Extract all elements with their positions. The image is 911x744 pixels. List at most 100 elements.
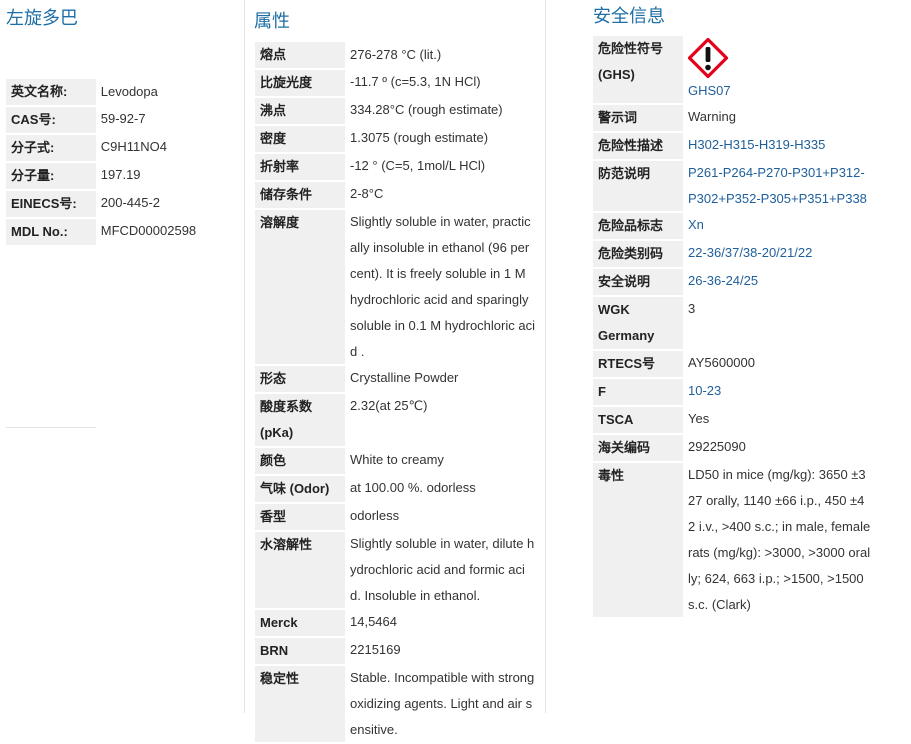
table-row: 分子式: C9H11NO4 bbox=[6, 134, 240, 163]
table-row: 储存条件 2-8°C bbox=[255, 181, 535, 210]
row-value: 3 bbox=[688, 301, 696, 316]
row-key: 安全说明 bbox=[593, 268, 683, 297]
row-key: 香型 bbox=[255, 503, 345, 532]
row-value: Crystalline Powder bbox=[350, 370, 459, 385]
row-value: MFCD00002598 bbox=[100, 223, 197, 238]
row-value: -12 ° (C=5, 1mol/L HCl) bbox=[350, 158, 486, 173]
row-key: WGK Germany bbox=[593, 296, 683, 351]
row-value: -11.7 º (c=5.3, 1N HCl) bbox=[350, 74, 481, 89]
ghs-code-link[interactable]: GHS07 bbox=[688, 83, 731, 98]
table-row: 密度 1.3075 (rough estimate) bbox=[255, 125, 535, 154]
row-value: Levodopa bbox=[100, 84, 158, 99]
table-row: F 10-23 bbox=[593, 378, 871, 407]
table-row: 形态 Crystalline Powder bbox=[255, 365, 535, 394]
value-link[interactable]: Xn bbox=[688, 217, 704, 232]
row-key: 危险性描述 bbox=[593, 132, 683, 161]
table-row: 比旋光度 -11.7 º (c=5.3, 1N HCl) bbox=[255, 69, 535, 98]
table-row: 香型 odorless bbox=[255, 503, 535, 532]
table-row: BRN 2215169 bbox=[255, 637, 535, 666]
row-value: 59-92-7 bbox=[100, 111, 146, 126]
table-row: 折射率 -12 ° (C=5, 1mol/L HCl) bbox=[255, 153, 535, 182]
row-key: 气味 (Odor) bbox=[255, 475, 345, 504]
row-value: at 100.00 %. odorless bbox=[350, 480, 476, 495]
row-value: odorless bbox=[350, 508, 400, 523]
row-key: Merck bbox=[255, 609, 345, 638]
table-row: EINECS号: 200-445-2 bbox=[6, 190, 240, 219]
row-key: 稳定性 bbox=[255, 665, 345, 744]
row-key: 警示词 bbox=[593, 104, 683, 133]
row-key: F bbox=[593, 378, 683, 407]
table-row: Merck 14,5464 bbox=[255, 609, 535, 638]
row-key: 形态 bbox=[255, 365, 345, 394]
table-row: 毒性 LD50 in mice (mg/kg): 3650 ±327 orally… bbox=[593, 462, 871, 619]
exclamation-mark-icon bbox=[688, 36, 871, 78]
value-link[interactable]: 22-36/37/38-20/21/22 bbox=[688, 245, 812, 260]
value-link[interactable]: H302-H315-H319-H335 bbox=[688, 137, 825, 152]
row-key: 比旋光度 bbox=[255, 69, 345, 98]
row-key: 毒性 bbox=[593, 462, 683, 619]
row-value: 2215169 bbox=[350, 642, 401, 657]
table-row: TSCA Yes bbox=[593, 406, 871, 435]
row-key: 储存条件 bbox=[255, 181, 345, 210]
row-value: 14,5464 bbox=[350, 614, 397, 629]
row-value: 197.19 bbox=[100, 167, 141, 182]
value-link[interactable]: 26-36-24/25 bbox=[688, 273, 758, 288]
row-key: 折射率 bbox=[255, 153, 345, 182]
table-row: 警示词 Warning bbox=[593, 104, 871, 133]
row-key: 危险类别码 bbox=[593, 240, 683, 269]
table-row: 颜色 White to creamy bbox=[255, 447, 535, 476]
table-row: 酸度系数(pKa) 2.32(at 25℃) bbox=[255, 393, 535, 448]
basic-info-table: 英文名称: Levodopa CAS号: 59-92-7 分子式: C9H11NO4 分子量… bbox=[6, 79, 240, 247]
row-key: BRN bbox=[255, 637, 345, 666]
row-value: 1.3075 (rough estimate) bbox=[350, 130, 489, 145]
divider bbox=[6, 427, 96, 428]
table-row: 危险品标志 Xn bbox=[593, 212, 871, 241]
row-key: 分子式: bbox=[6, 134, 96, 163]
row-key: 危险品标志 bbox=[593, 212, 683, 241]
row-key: 密度 bbox=[255, 125, 345, 154]
row-key: 危险性符号(GHS) bbox=[593, 36, 683, 105]
row-value: 276-278 °C (lit.) bbox=[350, 47, 442, 62]
row-key: RTECS号 bbox=[593, 350, 683, 379]
safety-table: 危险性符号(GHS) GHS07 警示词 Warning 危险性描述 H302-H31… bbox=[593, 36, 871, 619]
row-value: Slightly soluble in water, practically i… bbox=[350, 214, 535, 359]
table-row: WGK Germany 3 bbox=[593, 296, 871, 351]
table-row: 危险类别码 22-36/37/38-20/21/22 bbox=[593, 240, 871, 269]
properties-table: 熔点 276-278 °C (lit.) 比旋光度 -11.7 º (c=5.3, 1… bbox=[255, 42, 535, 744]
row-value: Warning bbox=[688, 109, 736, 124]
row-value: Yes bbox=[688, 411, 710, 426]
basic-info-column: 左旋多巴 英文名称: Levodopa CAS号: 59-92-7 分子式: C9H11N… bbox=[0, 0, 240, 713]
table-row: CAS号: 59-92-7 bbox=[6, 106, 240, 135]
row-key: 沸点 bbox=[255, 97, 345, 126]
value-link[interactable]: 10-23 bbox=[688, 383, 721, 398]
safety-column: 安全信息 危险性符号(GHS) GHS07 警示词 Warning 危险性描述 H30 bbox=[586, 0, 906, 713]
table-row: 危险性描述 H302-H315-H319-H335 bbox=[593, 132, 871, 161]
row-value: 2-8°C bbox=[350, 186, 384, 201]
row-key: 熔点 bbox=[255, 42, 345, 70]
row-key: TSCA bbox=[593, 406, 683, 435]
row-value: White to creamy bbox=[350, 452, 444, 467]
row-value: 334.28°C (rough estimate) bbox=[350, 102, 503, 117]
row-key: 溶解度 bbox=[255, 209, 345, 366]
row-key: 水溶解性 bbox=[255, 531, 345, 610]
row-value: LD50 in mice (mg/kg): 3650 ±327 orally, … bbox=[688, 467, 871, 612]
table-row: 防范说明 P261-P264-P270-P301+P312-P302+P352-P… bbox=[593, 160, 871, 213]
table-row: 沸点 334.28°C (rough estimate) bbox=[255, 97, 535, 126]
table-row: 英文名称: Levodopa bbox=[6, 79, 240, 107]
table-row: MDL No.: MFCD00002598 bbox=[6, 218, 240, 247]
value-link[interactable]: P261-P264-P270-P301+P312-P302+P352-P305+… bbox=[688, 165, 867, 206]
table-row: 安全说明 26-36-24/25 bbox=[593, 268, 871, 297]
row-key: MDL No.: bbox=[6, 218, 96, 247]
row-value: C9H11NO4 bbox=[100, 139, 167, 154]
row-key: 颜色 bbox=[255, 447, 345, 476]
properties-column: 属性 熔点 276-278 °C (lit.) 比旋光度 -11.7 º (c=5.3… bbox=[244, 0, 546, 744]
table-row: 气味 (Odor) at 100.00 %. odorless bbox=[255, 475, 535, 504]
section-title: 属性 bbox=[254, 11, 290, 31]
row-key: 海关编码 bbox=[593, 434, 683, 463]
row-value: 2.32(at 25℃) bbox=[350, 398, 428, 413]
row-value: 29225090 bbox=[688, 439, 746, 454]
row-value: 200-445-2 bbox=[100, 195, 161, 210]
section-title: 安全信息 bbox=[593, 6, 665, 26]
table-row: 稳定性 Stable. Incompatible with strong oxid… bbox=[255, 665, 535, 744]
table-row: 危险性符号(GHS) GHS07 bbox=[593, 36, 871, 105]
